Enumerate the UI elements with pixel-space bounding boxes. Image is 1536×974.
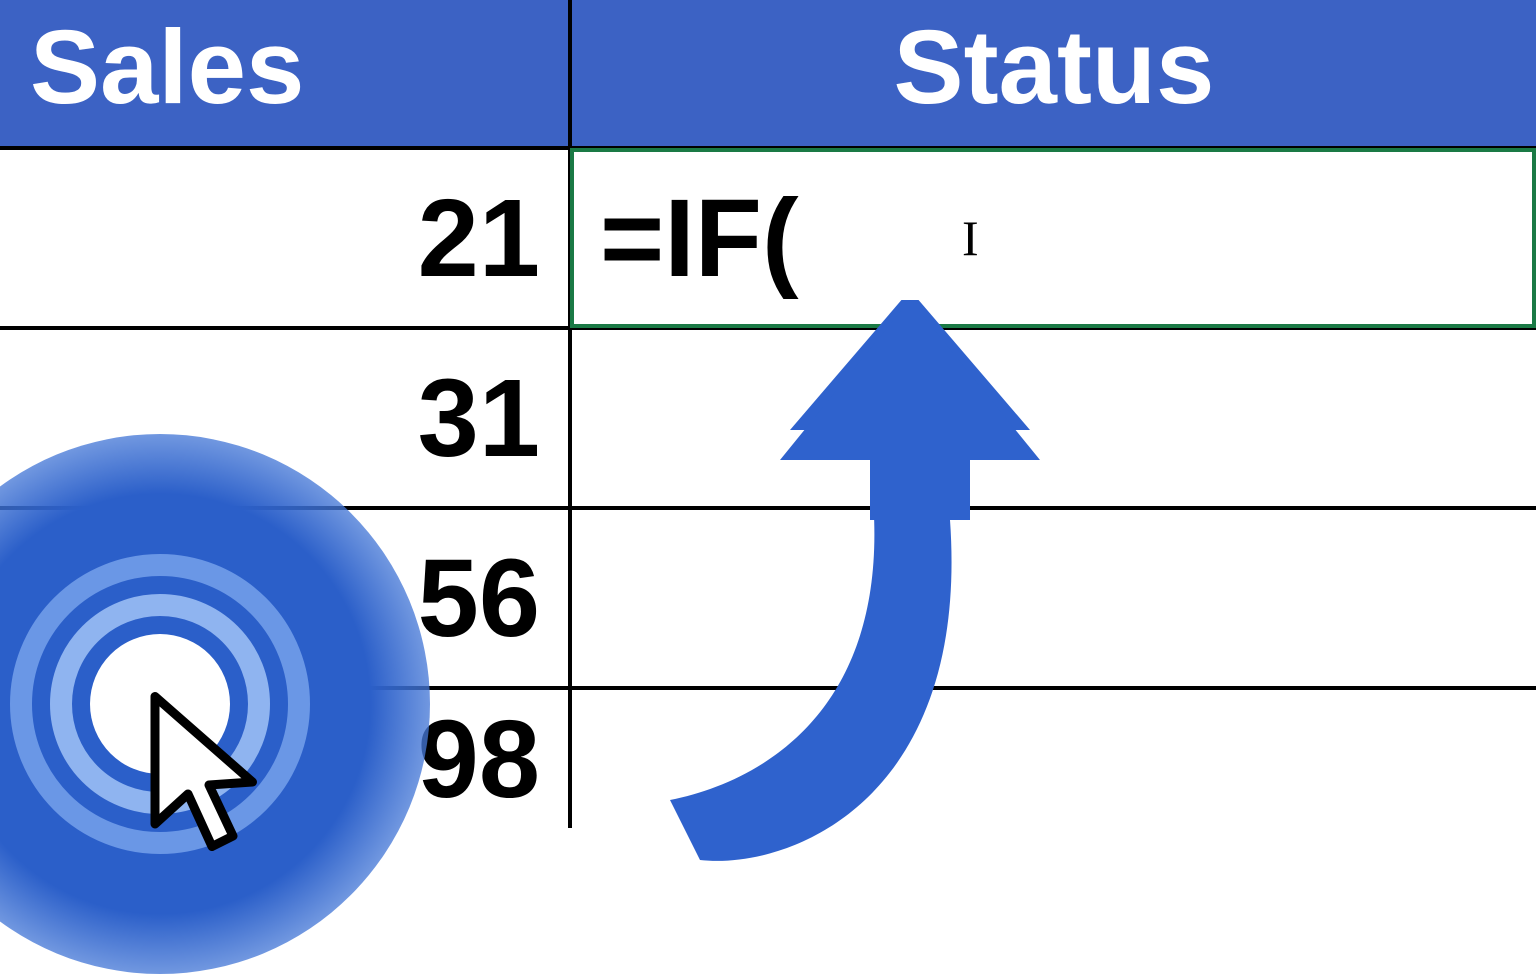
cell-status-4[interactable] xyxy=(570,688,1536,828)
target-click-icon xyxy=(10,554,310,854)
cell-status-3[interactable] xyxy=(570,508,1536,688)
cursor-arrow-icon xyxy=(140,689,290,869)
header-sales: Sales xyxy=(0,0,570,148)
cell-sales-1[interactable]: 21 xyxy=(0,148,570,328)
header-status: Status xyxy=(570,0,1536,148)
cell-status-2[interactable] xyxy=(570,328,1536,508)
text-cursor-icon: I xyxy=(962,209,979,267)
table-row: 21 =IF( I xyxy=(0,148,1536,328)
cell-status-1-active[interactable]: =IF( I xyxy=(570,148,1536,328)
formula-text: =IF( xyxy=(600,177,799,300)
table-header-row: Sales Status xyxy=(0,0,1536,148)
